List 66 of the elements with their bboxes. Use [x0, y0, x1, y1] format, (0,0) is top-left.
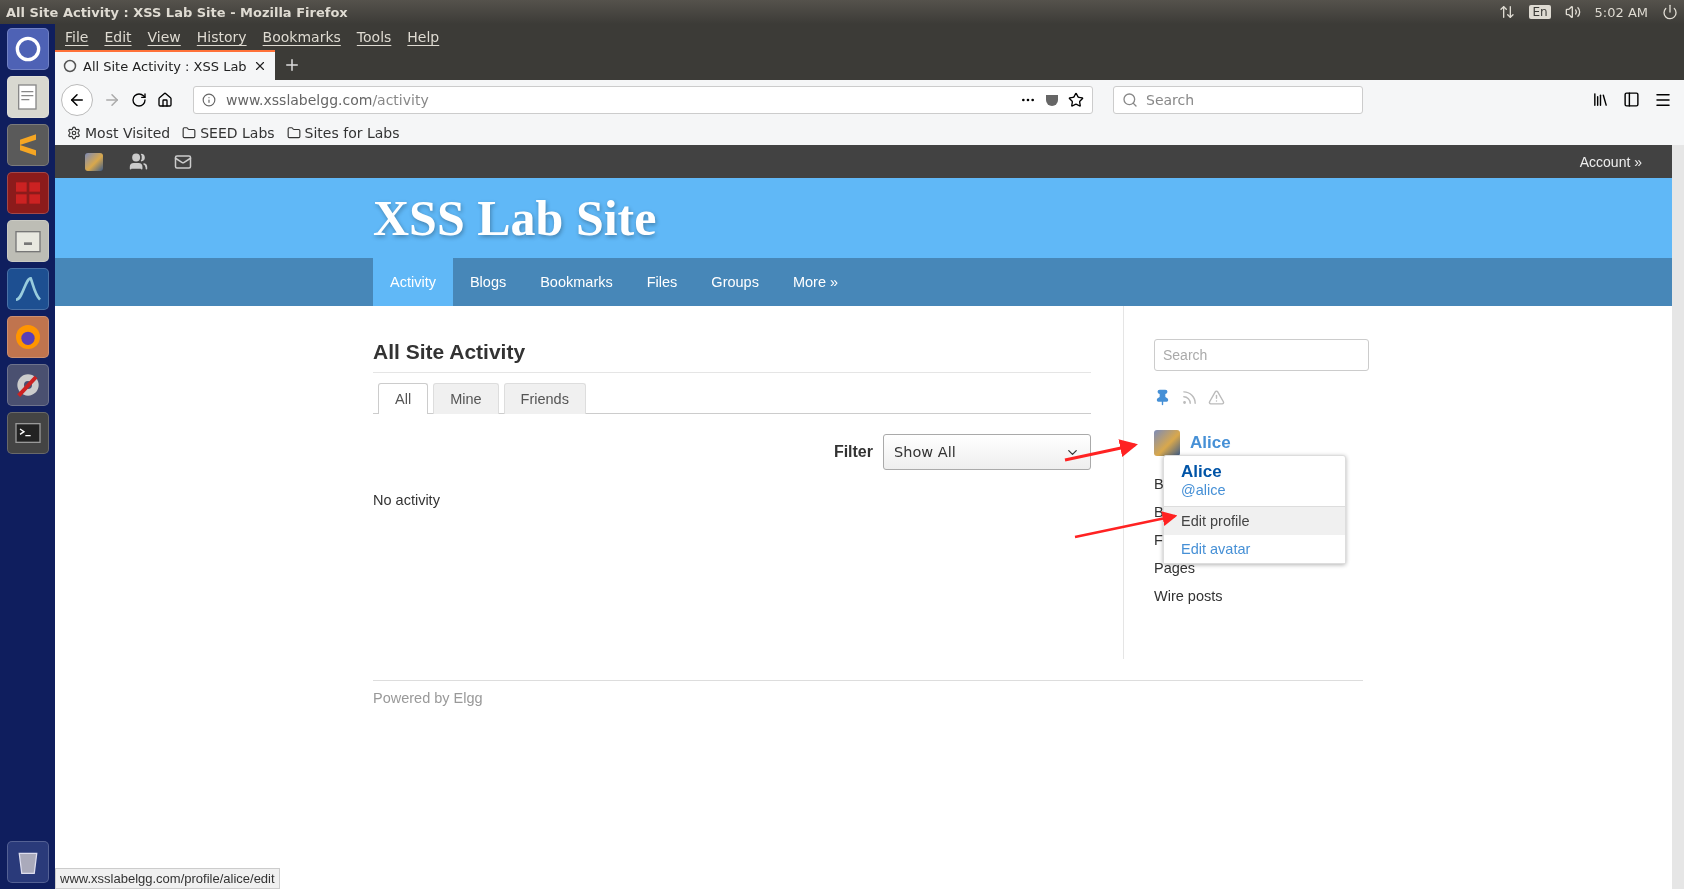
- empty-message: No activity: [373, 492, 441, 508]
- folder-icon: [182, 125, 197, 140]
- new-tab-icon[interactable]: [283, 56, 301, 74]
- nav-item[interactable]: Bookmarks: [523, 258, 630, 306]
- status-url: www.xsslabelgg.com/profile/alice/edit: [55, 868, 280, 889]
- back-button[interactable]: [61, 84, 93, 116]
- page-title: All Site Activity: [373, 340, 1091, 373]
- pin-icon[interactable]: [1154, 389, 1171, 406]
- sidebar-link[interactable]: Pages: [1154, 560, 1369, 576]
- nav-item[interactable]: More »: [775, 258, 856, 306]
- star-icon[interactable]: [1068, 92, 1084, 108]
- clock[interactable]: 5:02 AM: [1594, 4, 1648, 20]
- popup-menu-item[interactable]: Edit profile: [1164, 507, 1345, 535]
- bookmark-label: SEED Labs: [200, 124, 275, 141]
- keyboard-indicator[interactable]: En: [1529, 5, 1551, 19]
- avatar[interactable]: [85, 152, 103, 171]
- library-icon[interactable]: [1592, 91, 1609, 108]
- bookmark-label: Sites for Labs: [304, 124, 400, 141]
- search-field[interactable]: Search: [1113, 86, 1363, 114]
- bookmark[interactable]: SEED Labs: [182, 124, 275, 141]
- search-icon: [1122, 92, 1138, 108]
- folder-icon: [286, 125, 301, 140]
- network-icon[interactable]: [1499, 4, 1516, 20]
- menu-item[interactable]: History: [190, 29, 253, 45]
- browser-tab[interactable]: All Site Activity : XSS Lab: [55, 50, 275, 80]
- window-title: All Site Activity : XSS Lab Site - Mozilla Firefox: [6, 4, 348, 20]
- site-icon: [63, 59, 77, 73]
- select-value: Show All: [894, 444, 956, 460]
- bookmark[interactable]: Sites for Labs: [286, 124, 400, 141]
- filter-tab[interactable]: Mine: [433, 383, 499, 414]
- popup-user-name[interactable]: Alice: [1181, 462, 1328, 482]
- nav-item[interactable]: Blogs: [452, 258, 524, 306]
- pocket-icon[interactable]: [1044, 92, 1060, 108]
- reload-icon[interactable]: [131, 92, 147, 108]
- menu-icon[interactable]: [1654, 91, 1672, 109]
- info-icon[interactable]: [202, 93, 216, 107]
- user-avatar[interactable]: [1154, 430, 1180, 456]
- popup-handle: @alice: [1181, 482, 1227, 498]
- gear-icon: [67, 125, 81, 140]
- nav-item[interactable]: Groups: [694, 258, 776, 306]
- tab-title: All Site Activity : XSS Lab: [83, 58, 247, 74]
- filter-select[interactable]: Show All: [883, 434, 1091, 470]
- bookmark[interactable]: Most Visited: [67, 124, 171, 141]
- account-link[interactable]: Account »: [1579, 153, 1642, 170]
- menu-item[interactable]: File: [59, 29, 95, 45]
- search-placeholder: Search: [1146, 92, 1195, 108]
- home-icon[interactable]: [157, 92, 173, 108]
- menu-item[interactable]: Help: [401, 29, 446, 45]
- address-bar[interactable]: www.xsslabelgg.com/activity: [193, 86, 1093, 114]
- filter-tab[interactable]: All: [378, 383, 429, 414]
- power-icon[interactable]: [1662, 4, 1678, 20]
- bookmark-label: Most Visited: [85, 124, 171, 141]
- close-icon[interactable]: [253, 59, 267, 73]
- menu-item[interactable]: View: [141, 29, 187, 45]
- filter-label: Filter: [833, 443, 873, 461]
- volume-icon[interactable]: [1564, 4, 1581, 20]
- mail-icon[interactable]: [174, 152, 192, 171]
- footer-text: Powered by Elgg: [373, 690, 483, 706]
- filter-tab[interactable]: Friends: [503, 383, 586, 414]
- menu-item[interactable]: Tools: [350, 29, 398, 45]
- nav-item[interactable]: Files: [629, 258, 695, 306]
- sidebar-icon[interactable]: [1623, 91, 1640, 108]
- menu-item[interactable]: Bookmarks: [256, 29, 347, 45]
- friends-icon[interactable]: [129, 152, 148, 171]
- menu-item[interactable]: Edit: [98, 29, 138, 45]
- sidebar-link[interactable]: Wire posts: [1154, 588, 1369, 604]
